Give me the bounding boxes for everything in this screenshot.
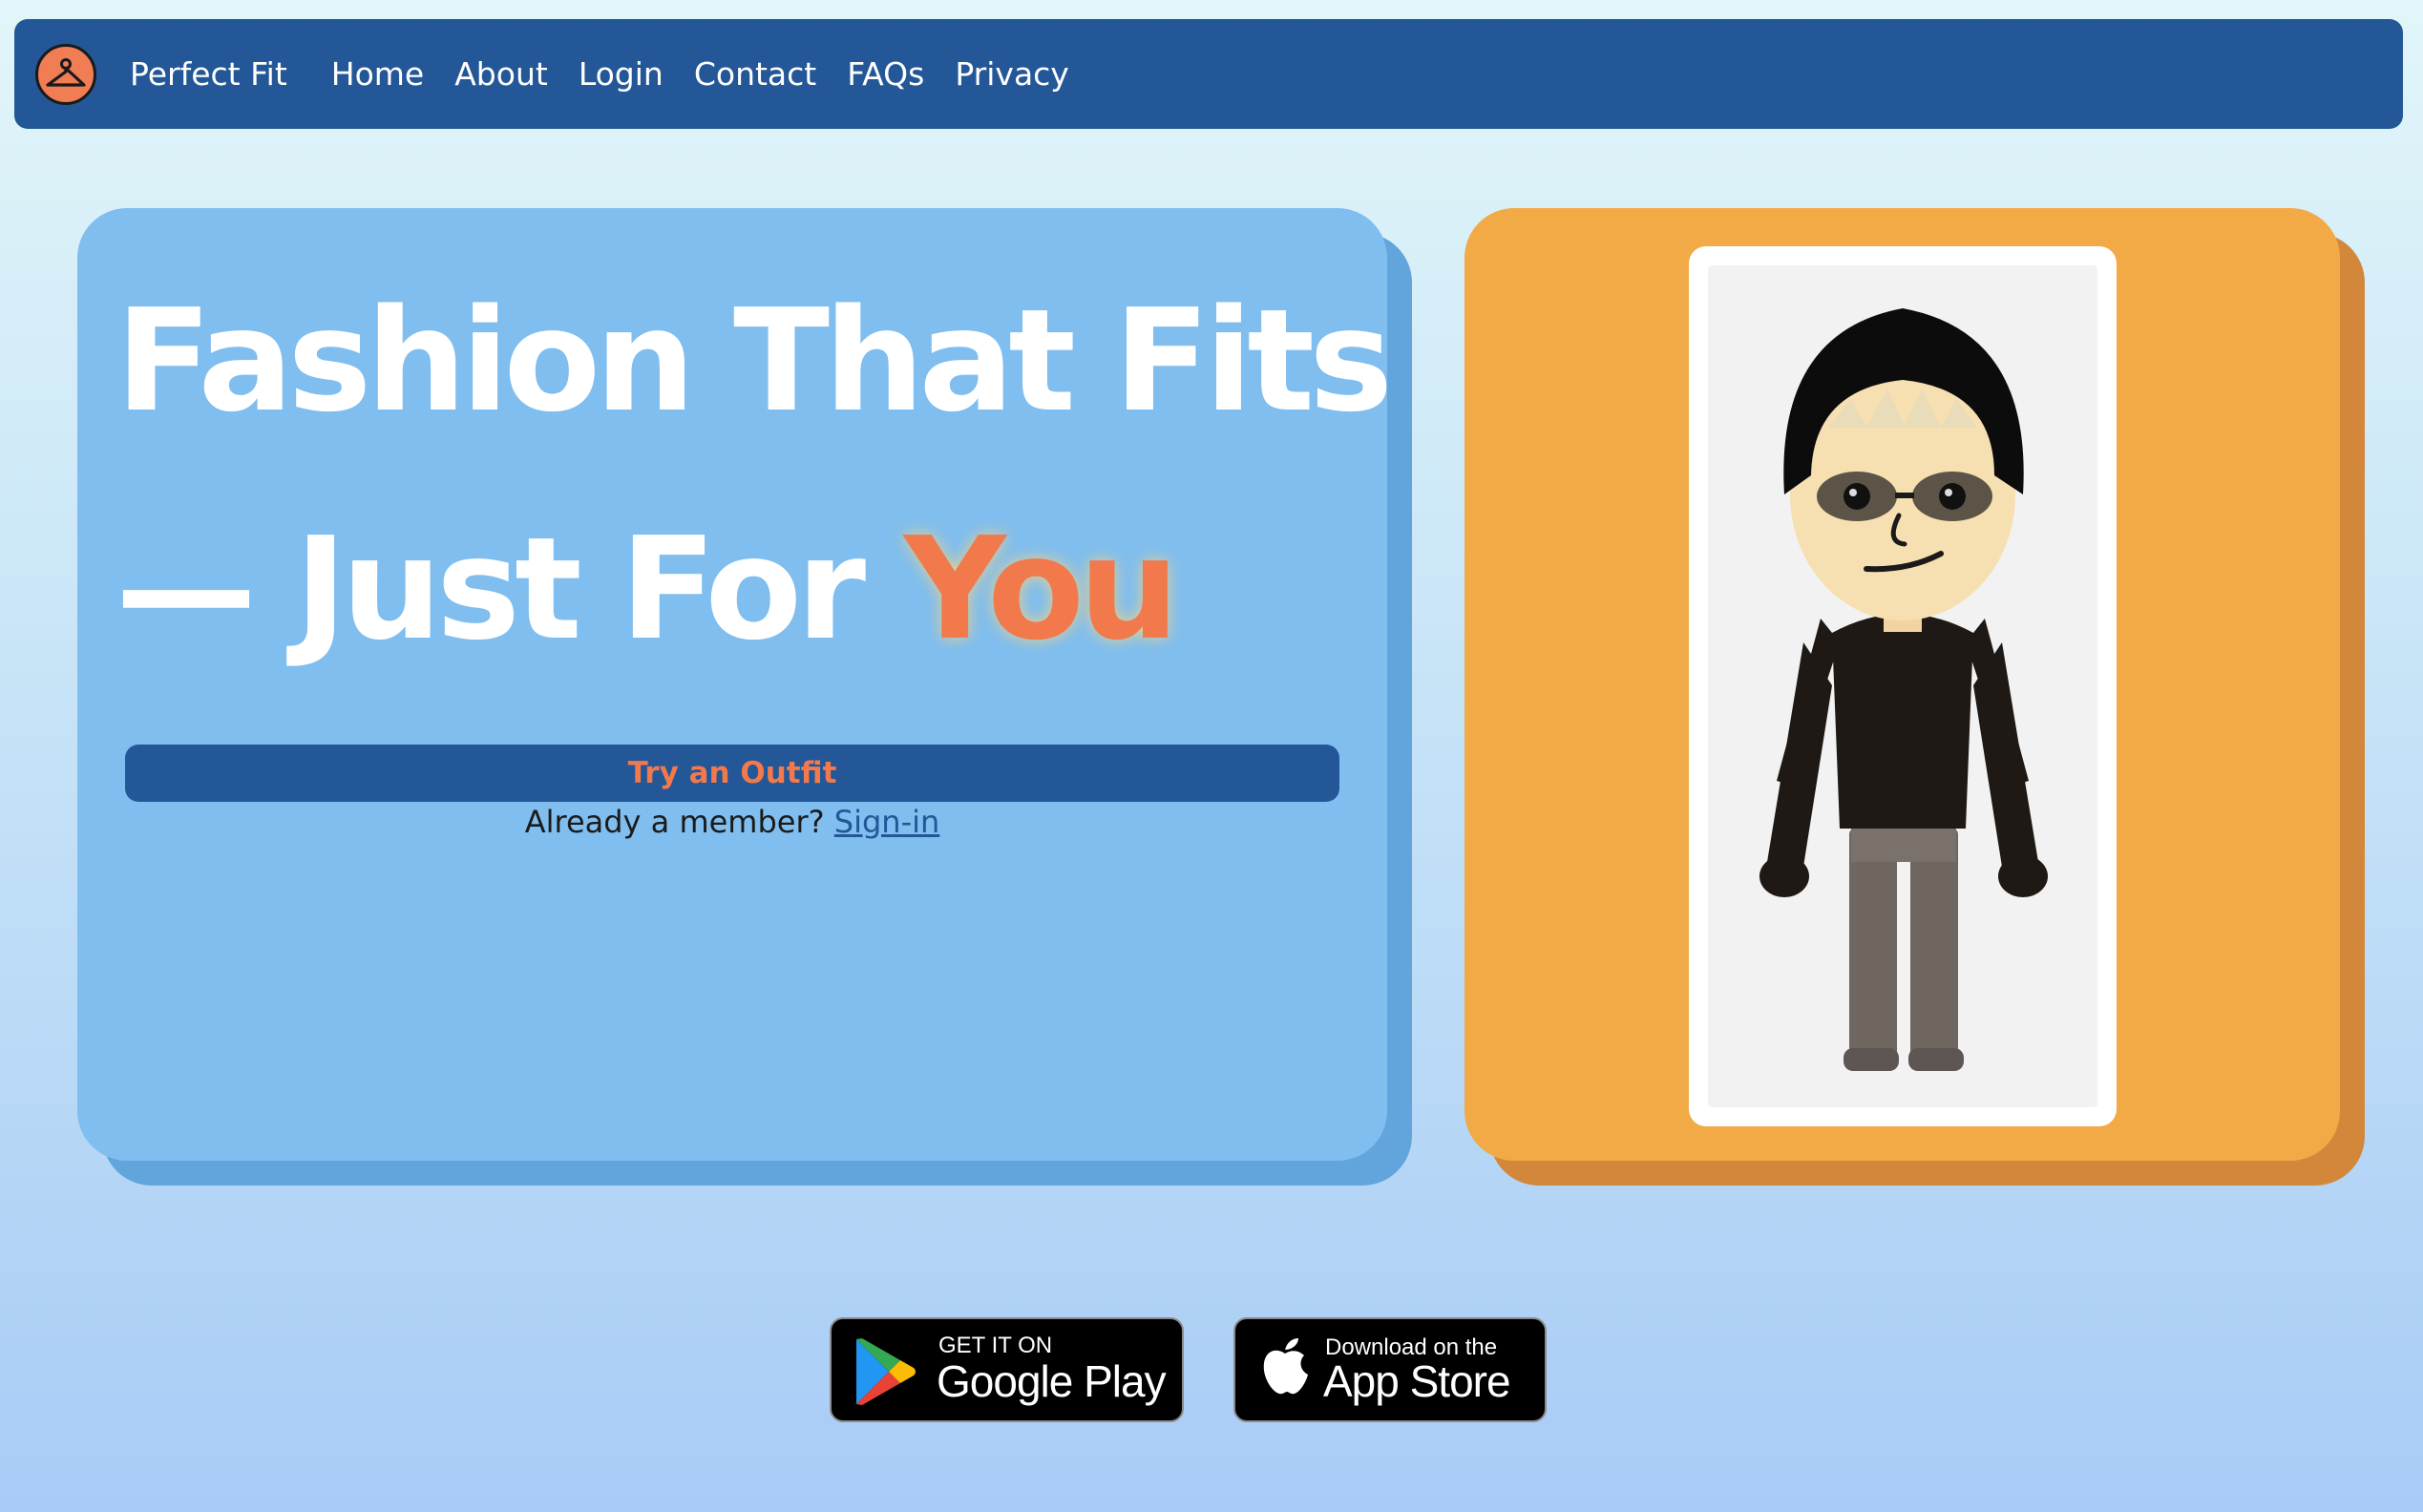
top-navbar: Perfect Fit Home About Login Contact FAQ… (14, 19, 2403, 129)
nav-link-home[interactable]: Home (331, 55, 424, 93)
brand-name[interactable]: Perfect Fit (130, 55, 287, 93)
hero-headline-line1: Fashion That Fits (116, 279, 1393, 443)
app-store-big-text: App Store (1323, 1356, 1511, 1406)
avatar-figure (1708, 265, 2097, 1107)
member-prompt: Already a member? Sign-in (77, 804, 1387, 840)
google-play-badge[interactable]: GET IT ON Google Play (830, 1317, 1184, 1422)
member-prompt-text: Already a member? (524, 804, 825, 840)
hero-headline-accent: You (903, 507, 1180, 671)
apple-icon (1258, 1336, 1312, 1403)
nav-link-privacy[interactable]: Privacy (955, 55, 1068, 93)
avatar-card (1464, 208, 2340, 1161)
hero-headline-line2: — Just For You (116, 518, 1179, 660)
app-store-badge[interactable]: Download on the App Store (1233, 1317, 1547, 1422)
hero-headline-prefix: — Just For (116, 507, 904, 671)
nav-link-contact[interactable]: Contact (694, 55, 816, 93)
signin-link[interactable]: Sign-in (834, 804, 940, 840)
nav-link-login[interactable]: Login (579, 55, 664, 93)
nav-link-faqs[interactable]: FAQs (847, 55, 924, 93)
avatar-frame (1689, 246, 2117, 1126)
try-outfit-button[interactable]: Try an Outfit (125, 745, 1339, 802)
google-play-big-text: Google Play (937, 1356, 1167, 1406)
nav-link-about[interactable]: About (454, 55, 548, 93)
hanger-icon[interactable] (35, 43, 96, 105)
hero-card: Fashion That Fits — Just For You Try an … (77, 208, 1393, 1161)
google-play-icon (853, 1336, 919, 1411)
